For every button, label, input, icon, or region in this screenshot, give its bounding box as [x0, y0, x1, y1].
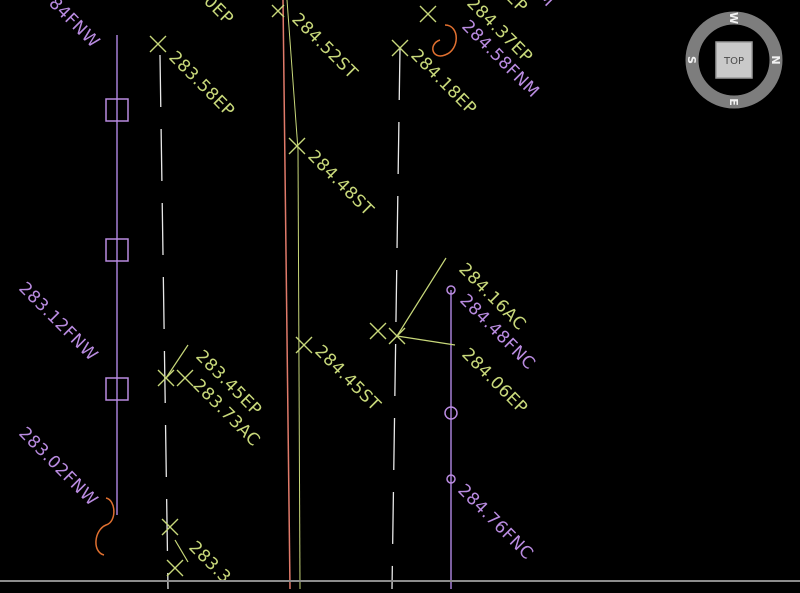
tree-symbols — [95, 24, 457, 556]
viewcube-east-label[interactable]: E — [727, 98, 740, 106]
label-fnw-1: 283.12FNW — [14, 278, 101, 365]
drawing-canvas[interactable]: 84FNW 0EP EP M 284.52ST 283.58EP 284.37E… — [0, 0, 800, 590]
viewcube[interactable]: TOP W N E S — [685, 11, 783, 109]
viewcube-west-label[interactable]: W — [727, 12, 740, 24]
edge-line-left — [159, 54, 169, 590]
canvas-bottom-border — [0, 580, 800, 582]
label-fnm-top-right: M — [533, 0, 558, 11]
viewcube-top-label: TOP — [723, 56, 744, 67]
label-ep-1: 283.58EP — [164, 47, 238, 121]
label-st-2: 284.48ST — [303, 146, 377, 220]
viewcube-south-label[interactable]: S — [685, 56, 698, 64]
drawing-viewport[interactable]: 84FNW 0EP EP M 284.52ST 283.58EP 284.37E… — [0, 0, 800, 590]
fence-line-left — [105, 35, 129, 515]
label-ep-top-left: 0EP — [199, 0, 237, 29]
label-ep-top-right: EP — [501, 0, 531, 17]
label-st-3: 284.45ST — [310, 341, 384, 415]
edge-line-right — [391, 47, 401, 590]
label-fnc-2: 284.76FNC — [453, 480, 537, 564]
label-fnw-2: 283.02FNW — [14, 423, 101, 510]
survey-point-markers — [149, 4, 437, 577]
label-st-1: 284.52ST — [287, 9, 361, 83]
centre-line — [282, 0, 301, 590]
fence-line-right — [444, 285, 458, 589]
label-fnw-top: 84FNW — [44, 0, 103, 52]
viewcube-north-label[interactable]: N — [769, 55, 782, 64]
label-ep-3: 284.18EP — [406, 45, 480, 119]
